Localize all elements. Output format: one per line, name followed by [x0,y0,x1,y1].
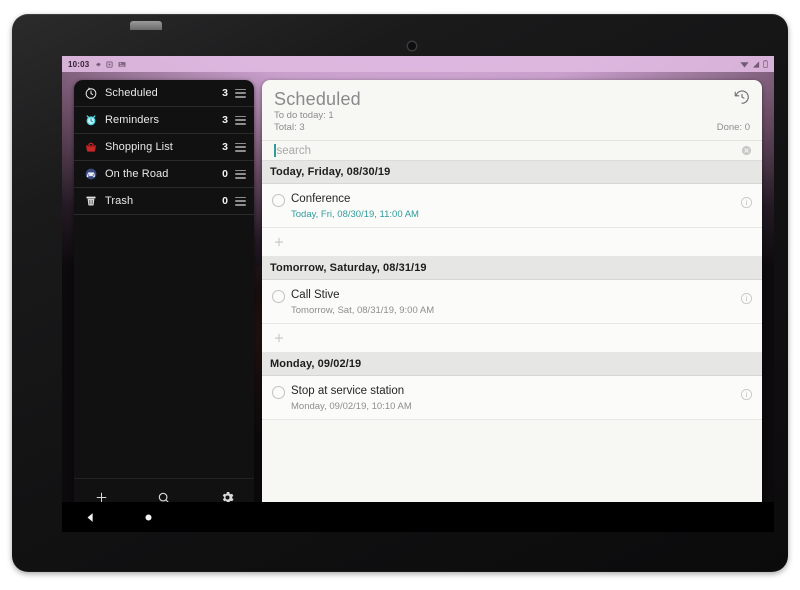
task-due-date: Today, Fri, 08/30/19, 11:00 AM [291,208,732,221]
sidebar-item-count: 0 [222,168,228,180]
trash-icon [83,194,98,209]
image-icon [118,61,126,68]
back-icon[interactable] [80,507,100,527]
add-task-row[interactable] [262,228,762,257]
sidebar-item-label: On the Road [105,168,222,180]
add-task-row[interactable] [262,324,762,353]
search-bar[interactable] [262,140,762,161]
task-title: Stop at service station [291,385,404,397]
group-header: Today, Friday, 08/30/19 [262,161,762,184]
task-text: Stop at service station Monday, 09/02/19… [291,381,732,413]
status-bar-left: 10:03 [68,60,126,69]
sidebar-item-label: Scheduled [105,87,222,99]
total-label: Total: 3 [274,122,305,134]
task-checkbox[interactable] [272,194,285,207]
signal-icon [752,61,760,68]
task-text: Call Stive Tomorrow, Sat, 08/31/19, 9:00… [291,285,732,317]
status-bar-right [740,60,768,68]
group-header: Tomorrow, Saturday, 08/31/19 [262,257,762,280]
sidebar-item-reminders[interactable]: Reminders 3 [74,107,254,134]
task-row[interactable]: Conference Today, Fri, 08/30/19, 11:00 A… [262,184,762,228]
drag-handle-icon[interactable] [235,89,246,98]
task-checkbox[interactable] [272,290,285,303]
front-camera [408,42,416,50]
drag-handle-icon[interactable] [235,170,246,179]
done-label: Done: 0 [717,122,750,134]
sidebar-item-label: Shopping List [105,141,222,153]
sidebar: Scheduled 3 Reminders 3 [74,80,254,516]
task-title: Call Stive [291,289,340,301]
clear-icon[interactable] [741,145,752,156]
history-icon[interactable] [733,88,753,108]
sidebar-list: Scheduled 3 Reminders 3 [74,80,254,215]
task-due-date: Tomorrow, Sat, 08/31/19, 9:00 AM [291,304,732,317]
drag-handle-icon[interactable] [235,143,246,152]
drag-handle-icon[interactable] [235,197,246,206]
info-icon[interactable] [740,196,753,209]
android-nav-bar [62,502,774,532]
sidebar-item-count: 3 [222,141,228,153]
sidebar-item-count: 0 [222,195,228,207]
todo-today-line: To do today: 1 [274,110,750,122]
home-icon[interactable] [138,507,158,527]
sidebar-item-trash[interactable]: Trash 0 [74,188,254,215]
task-text: Conference Today, Fri, 08/30/19, 11:00 A… [291,189,732,221]
wifi-icon [740,61,749,68]
group-header: Monday, 09/02/19 [262,353,762,376]
battery-icon [763,60,768,68]
sidebar-item-label: Reminders [105,114,222,126]
task-row[interactable]: Call Stive Tomorrow, Sat, 08/31/19, 9:00… [262,280,762,324]
page-title: Scheduled [274,88,750,110]
main-panel: Scheduled To do today: 1 Total: 3 Done: … [262,80,762,526]
task-title: Conference [291,193,350,205]
drag-handle-icon[interactable] [235,116,246,125]
sidebar-item-count: 3 [222,114,228,126]
task-row[interactable]: Stop at service station Monday, 09/02/19… [262,376,762,420]
sidebar-item-on-the-road[interactable]: On the Road 0 [74,161,254,188]
sidebar-item-count: 3 [222,87,228,99]
task-checkbox[interactable] [272,386,285,399]
clock-icon [83,86,98,101]
text-caret [274,144,276,157]
sidebar-item-label: Trash [105,195,222,207]
sidebar-item-shopping-list[interactable]: Shopping List 3 [74,134,254,161]
sidebar-item-scheduled[interactable]: Scheduled 3 [74,80,254,107]
todo-today-label: To do today: 1 [274,110,334,122]
plus-icon[interactable] [272,235,286,249]
status-bar: 10:03 [62,56,774,72]
search-input[interactable] [277,145,742,157]
plus-icon[interactable] [272,331,286,345]
car-icon [83,167,98,182]
power-button[interactable] [130,21,162,30]
tablet-screen: 10:03 [62,56,774,532]
screenshot-icon [106,61,113,68]
task-list: Today, Friday, 08/30/19 Conference Today… [262,161,762,526]
status-clock: 10:03 [68,60,89,69]
info-icon[interactable] [740,388,753,401]
task-due-date: Monday, 09/02/19, 10:10 AM [291,400,732,413]
tablet-device-frame: 10:03 [12,14,788,572]
alarm-clock-icon [83,113,98,128]
panel-header: Scheduled To do today: 1 Total: 3 Done: … [262,80,762,136]
gear-icon [94,61,101,68]
info-icon[interactable] [740,292,753,305]
totals-line: Total: 3 Done: 0 [274,122,750,134]
basket-icon [83,140,98,155]
